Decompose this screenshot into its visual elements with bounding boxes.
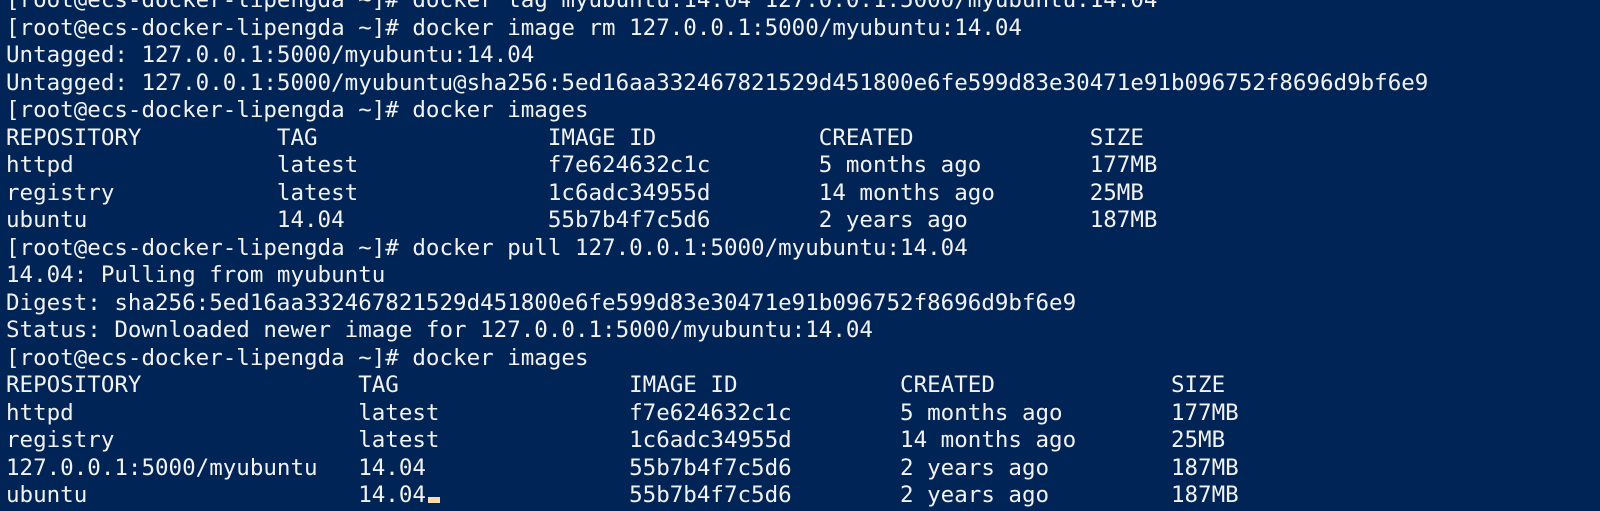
images-table-row: httpd latest f7e624632c1c 5 months ago 1… [6, 399, 1239, 426]
images-table-row: httpd latest f7e624632c1c 5 months ago 1… [6, 152, 1158, 178]
images-table-header: REPOSITORY TAG IMAGE ID CREATED SIZE [6, 124, 1144, 151]
terminal-line-output: Status: Downloaded newer image for 127.0… [6, 317, 873, 343]
terminal-line-output: Untagged: 127.0.0.1:5000/myubuntu@sha256… [6, 69, 1429, 96]
terminal-line-prompt: [root@ecs-docker-lipengda ~]# docker ima… [6, 344, 589, 371]
images-table-row: ubuntu 14.04 55b7b4f7c5d6 2 years ago 18… [6, 482, 1239, 508]
images-table-row: 127.0.0.1:5000/myubuntu 14.04 55b7b4f7c5… [6, 454, 1239, 481]
text-cursor [428, 497, 440, 503]
terminal-line-prompt: [root@ecs-docker-lipengda ~]# docker pul… [6, 234, 968, 261]
terminal-line-output: Untagged: 127.0.0.1:5000/myubuntu:14.04 [6, 42, 535, 68]
terminal-line-prompt: [root@ecs-docker-lipengda ~]# docker tag… [6, 0, 1158, 13]
terminal-output: [root@ecs-docker-lipengda ~]# docker tag… [6, 0, 1428, 510]
images-table-row: ubuntu 14.04 55b7b4f7c5d6 2 years ago 18… [6, 207, 1158, 233]
terminal-line-output: Digest: sha256:5ed16aa332467821529d45180… [6, 289, 1077, 316]
images-table-header: REPOSITORY TAG IMAGE ID CREATED SIZE [6, 372, 1226, 398]
terminal-line-prompt: [root@ecs-docker-lipengda ~]# docker ima… [6, 97, 589, 123]
terminal-line-prompt: [root@ecs-docker-lipengda ~]# docker ima… [6, 14, 1022, 41]
terminal-line-output: 14.04: Pulling from myubuntu [6, 262, 386, 288]
terminal-window[interactable]: [root@ecs-docker-lipengda ~]# docker tag… [0, 0, 1600, 511]
images-table-row: registry latest 1c6adc34955d 14 months a… [6, 427, 1226, 453]
images-table-row: registry latest 1c6adc34955d 14 months a… [6, 179, 1144, 206]
